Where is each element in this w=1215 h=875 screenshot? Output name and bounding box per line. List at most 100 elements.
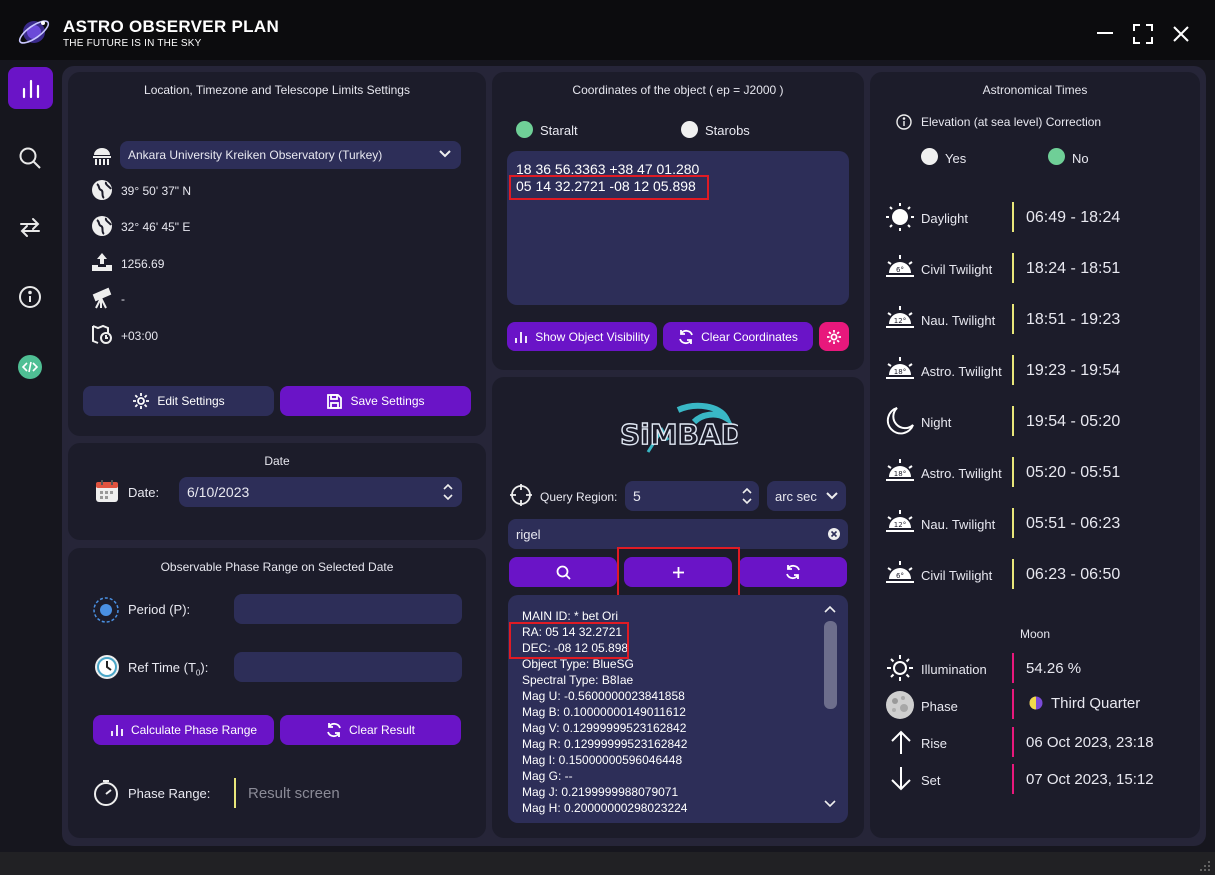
moon-phase-icon <box>1029 696 1043 710</box>
result-line: Mag V: 0.12999999523162842 <box>522 721 687 735</box>
time-label: Night <box>921 415 952 430</box>
chart-icon <box>515 331 528 343</box>
scrollbar-thumb[interactable] <box>824 621 837 709</box>
svg-text:18°: 18° <box>894 470 906 478</box>
arrow-up-icon <box>889 729 913 755</box>
svg-text:12°: 12° <box>894 521 906 529</box>
clear-input-icon[interactable] <box>828 528 840 540</box>
period-label: Period (P): <box>128 602 191 617</box>
moon-section-title: Moon <box>1019 627 1051 641</box>
maximize-icon[interactable] <box>1133 24 1153 44</box>
save-settings-label: Save Settings <box>350 394 425 408</box>
save-settings-button[interactable]: Save Settings <box>280 386 471 416</box>
date-label: Date: <box>128 485 160 500</box>
svg-text:6°: 6° <box>896 266 904 274</box>
moon-icon <box>885 406 915 436</box>
app-title: ASTRO OBSERVER PLAN <box>63 17 280 36</box>
moon-divider <box>1012 689 1014 719</box>
query-region-value: 5 <box>633 488 641 504</box>
simbad-logo-text: SiMBAD <box>620 418 738 451</box>
sidebar-item-chart[interactable] <box>8 67 53 109</box>
coordinates-panel: Coordinates of the object ( ep = J2000 )… <box>492 72 864 370</box>
rise-label: Rise <box>921 736 948 751</box>
clear-result-button[interactable]: Clear Result <box>280 715 461 745</box>
phase-range-label: Phase Range: <box>128 786 211 801</box>
scrollbar-down-icon[interactable] <box>824 800 836 808</box>
chart-icon <box>111 725 123 736</box>
starobs-radio[interactable] <box>681 121 698 138</box>
observatory-select[interactable]: Ankara University Kreiken Observatory (T… <box>120 141 461 169</box>
sidebar-item-info[interactable] <box>18 285 42 309</box>
time-label: Nau. Twilight <box>921 313 996 328</box>
astronomical-times-panel: Astronomical Times Elevation (at sea lev… <box>870 72 1200 838</box>
illumination-label: Illumination <box>921 662 987 677</box>
illumination-icon <box>886 654 914 682</box>
set-value: 07 Oct 2023, 15:12 <box>1026 771 1154 788</box>
time-label: Daylight <box>921 211 968 226</box>
sidebar-item-search[interactable] <box>18 146 42 170</box>
panel-title: Date <box>264 454 290 468</box>
telescope-limit-value: - <box>121 292 125 306</box>
minimize-icon[interactable] <box>1096 24 1114 42</box>
phase-range-panel: Observable Phase Range on Selected Date … <box>68 548 486 838</box>
edit-settings-button[interactable]: Edit Settings <box>83 386 274 416</box>
moon-divider <box>1012 727 1014 757</box>
result-line: Mag J: 0.2199999988079071 <box>522 785 679 799</box>
show-visibility-button[interactable]: Show Object Visibility <box>507 322 657 351</box>
edit-settings-label: Edit Settings <box>157 394 225 408</box>
clear-result-label: Clear Result <box>348 723 416 737</box>
date-value: 6/10/2023 <box>187 484 250 500</box>
telescope-icon <box>91 287 113 309</box>
time-value: 06:23 - 06:50 <box>1026 566 1121 583</box>
period-icon <box>92 596 120 624</box>
sidebar <box>0 60 60 850</box>
starobs-label: Starobs <box>705 123 750 138</box>
phase-result-text: Result screen <box>248 785 340 802</box>
object-search-input[interactable]: rigel <box>508 519 848 549</box>
ref-time-input[interactable] <box>234 652 462 682</box>
coordinates-settings-button[interactable] <box>819 322 849 351</box>
refresh-query-button[interactable] <box>739 557 847 587</box>
time-label: Nau. Twilight <box>921 517 996 532</box>
rise-value: 06 Oct 2023, 23:18 <box>1026 734 1154 751</box>
phase-value: Third Quarter <box>1051 695 1141 712</box>
scrollbar-up-icon[interactable] <box>824 605 836 613</box>
unit-select[interactable]: arc sec <box>767 481 846 511</box>
spin-arrows-icon[interactable] <box>442 482 454 502</box>
svg-text:18°: 18° <box>894 368 906 376</box>
elevation-yes-radio[interactable] <box>921 148 938 165</box>
date-input[interactable]: 6/10/2023 <box>179 477 462 507</box>
search-object-button[interactable] <box>509 557 617 587</box>
result-line: Mag B: 0.10000000149011612 <box>522 705 686 719</box>
time-divider <box>1012 406 1014 436</box>
illumination-value: 54.26 % <box>1026 660 1082 677</box>
staralt-radio[interactable] <box>516 121 533 138</box>
phase-label: Phase <box>921 699 958 714</box>
resize-grip-icon[interactable] <box>1199 860 1211 872</box>
clear-coordinates-button[interactable]: Clear Coordinates <box>663 322 813 351</box>
result-line: Mag U: -0.5600000023841858 <box>522 689 685 703</box>
close-icon[interactable] <box>1172 25 1190 43</box>
arrow-down-icon <box>889 766 913 792</box>
twilight-icon: 12° <box>885 508 915 538</box>
result-line: Mag I: 0.15000000596046448 <box>522 753 683 767</box>
spin-arrows-icon[interactable] <box>741 486 753 506</box>
query-region-input[interactable]: 5 <box>625 481 759 511</box>
sidebar-item-code[interactable] <box>18 355 42 379</box>
sidebar-item-swap[interactable] <box>18 215 42 239</box>
calculate-phase-button[interactable]: Calculate Phase Range <box>93 715 274 745</box>
highlight-box <box>617 547 740 598</box>
time-divider <box>1012 253 1014 283</box>
save-icon <box>327 393 343 409</box>
elevation-no-radio[interactable] <box>1048 148 1065 165</box>
panel-title: Coordinates of the object ( ep = J2000 ) <box>572 83 784 97</box>
query-region-label: Query Region: <box>540 490 618 504</box>
show-visibility-label: Show Object Visibility <box>535 329 650 344</box>
time-divider <box>1012 559 1014 589</box>
time-label: Astro. Twilight <box>921 364 1002 379</box>
period-input[interactable] <box>234 594 462 624</box>
time-divider <box>1012 355 1014 385</box>
simbad-panel: SiMBAD Query Region: 5 arc sec rigel MAI… <box>492 377 864 838</box>
calendar-icon <box>95 479 119 503</box>
time-value: 18:24 - 18:51 <box>1026 260 1121 277</box>
